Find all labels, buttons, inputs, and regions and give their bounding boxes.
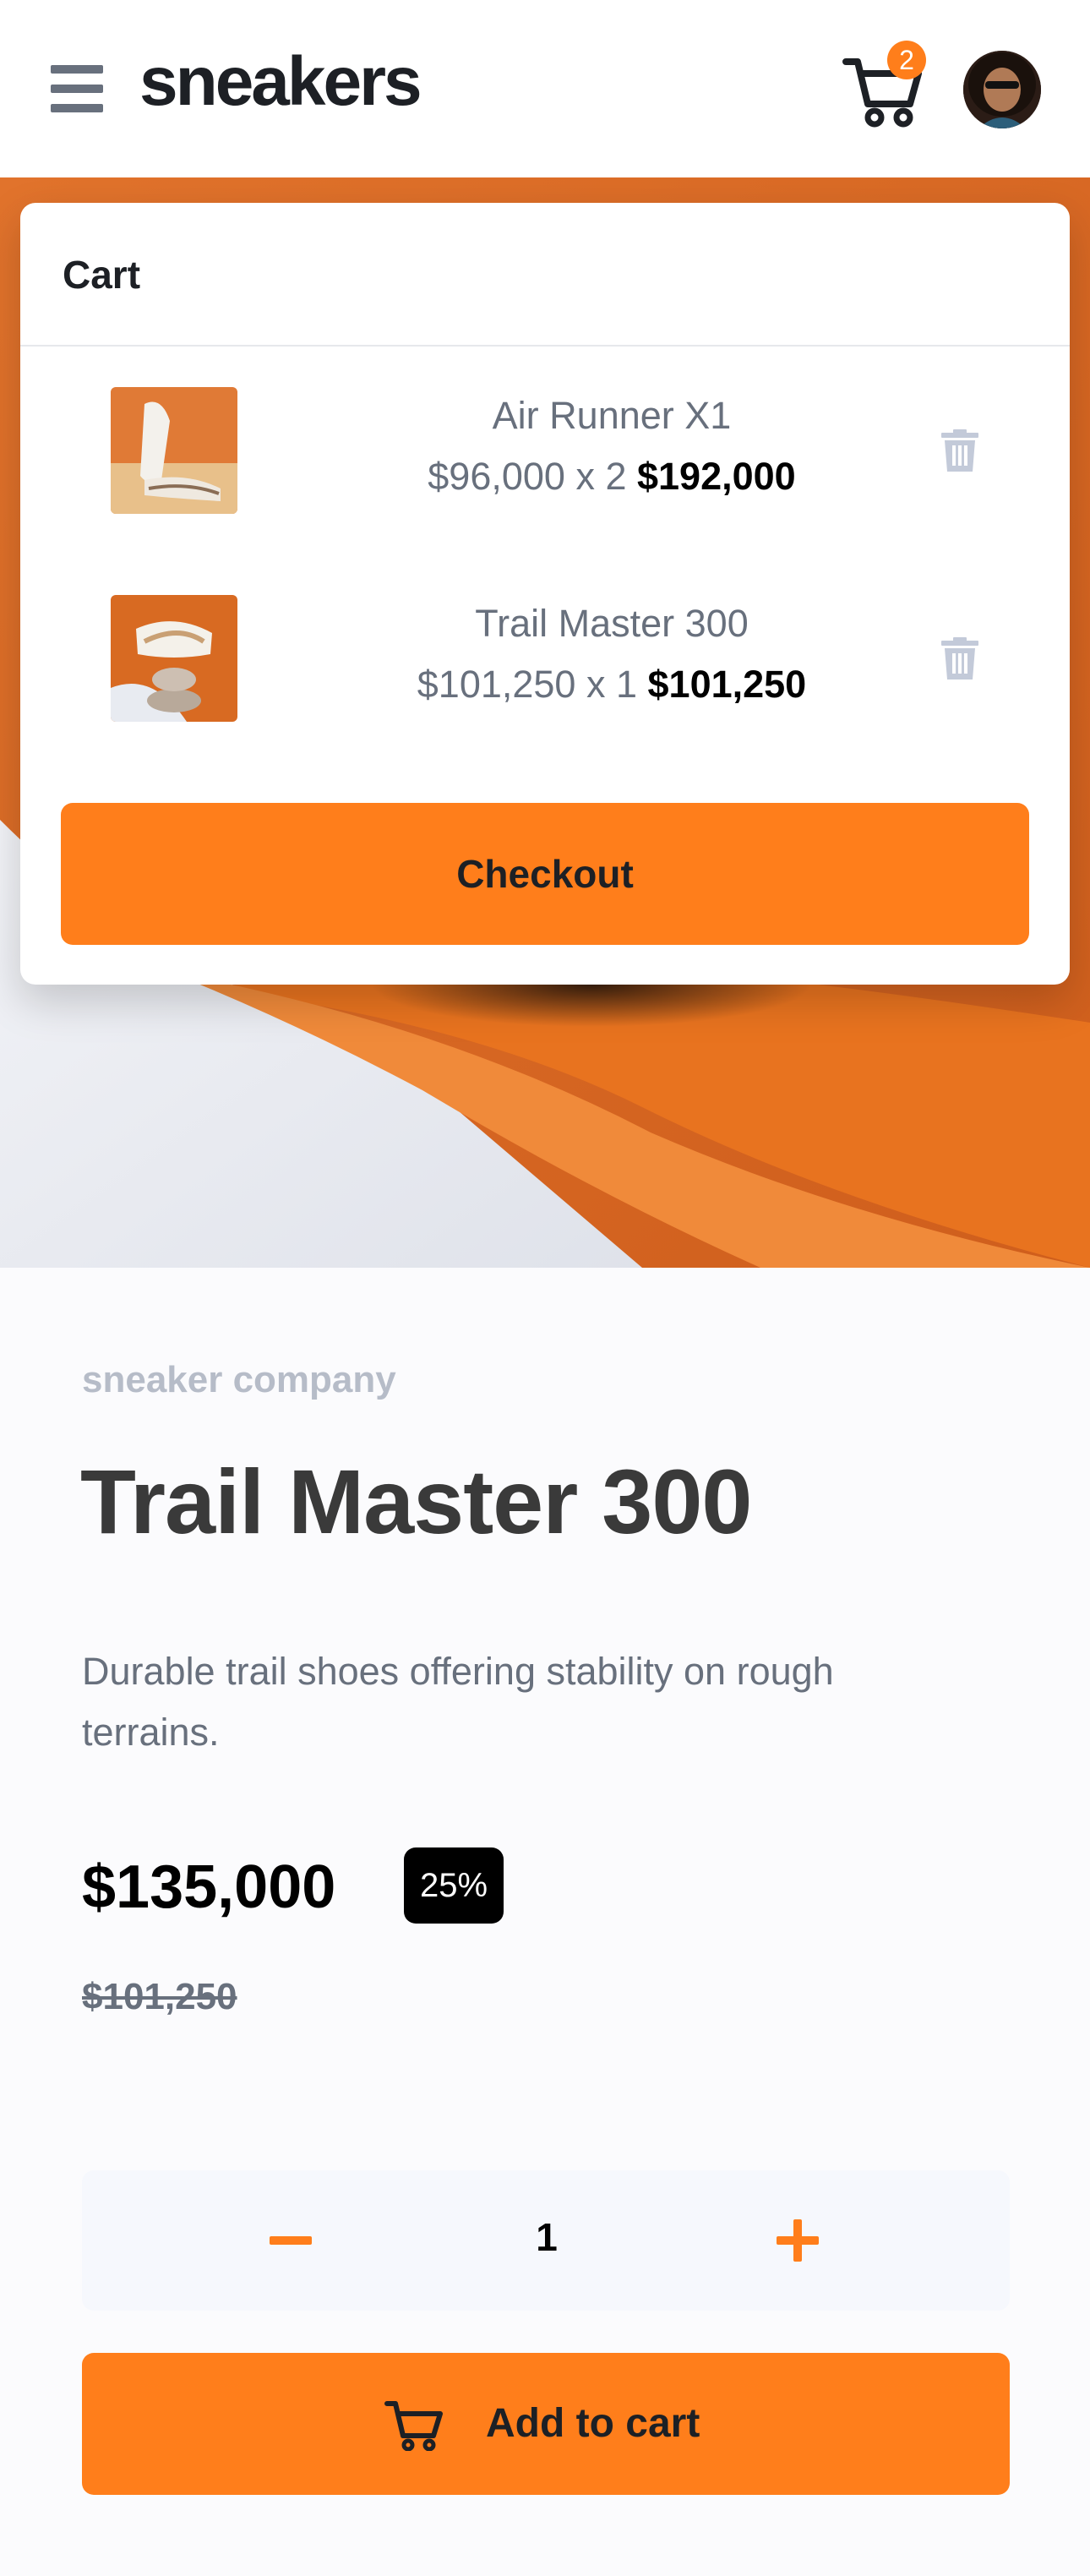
plus-icon[interactable]	[777, 2219, 819, 2262]
cart-item-quantity: x 2	[564, 455, 637, 498]
cart-item-unit-price: $96,000	[428, 455, 565, 498]
brand-logo[interactable]: sneakers	[139, 47, 422, 117]
quantity-stepper: 1	[82, 2170, 1010, 2311]
minus-icon[interactable]	[270, 2221, 312, 2260]
cart-item-price-line: $96,000 x 2 $192,000	[308, 455, 916, 499]
cart-icon	[384, 2397, 444, 2452]
hamburger-menu-icon[interactable]	[51, 63, 103, 114]
cart-item-total: $192,000	[637, 455, 796, 498]
company-label: sneaker company	[82, 1359, 396, 1400]
cart-item-thumbnail	[111, 387, 237, 514]
discount-badge: 25%	[404, 1847, 504, 1924]
delete-item-icon[interactable]	[941, 637, 978, 679]
current-price: $135,000	[82, 1853, 336, 1921]
add-to-cart-button[interactable]: Add to cart	[82, 2353, 1010, 2495]
cart-item-price-line: $101,250 x 1 $101,250	[308, 663, 916, 707]
cart-item-total: $101,250	[647, 663, 807, 706]
add-to-cart-label: Add to cart	[486, 2401, 700, 2446]
checkout-button[interactable]: Checkout	[61, 803, 1029, 945]
user-avatar[interactable]	[963, 51, 1041, 128]
cart-item-name: Trail Master 300	[475, 602, 749, 645]
product-description: Durable trail shoes offering stability o…	[82, 1650, 834, 1754]
top-header: sneakers 2	[0, 0, 1090, 177]
cart-item: Air Runner X1 $96,000 x 2 $192,000	[20, 387, 1070, 514]
cart-item-unit-price: $101,250	[417, 663, 576, 706]
cart-item: Trail Master 300 $101,250 x 1 $101,250	[20, 595, 1070, 722]
cart-item-quantity: x 1	[575, 663, 648, 706]
cart-divider	[20, 345, 1070, 347]
quantity-value: 1	[536, 2215, 558, 2259]
delete-item-icon[interactable]	[941, 429, 978, 472]
cart-count-badge: 2	[887, 41, 926, 79]
cart-title: Cart	[63, 253, 141, 297]
cart-dropdown: Cart Air Runner X1 $96,000 x 2 $192,000	[20, 203, 1070, 985]
product-title: Trail Master 300	[80, 1450, 752, 1553]
cart-item-name: Air Runner X1	[492, 394, 732, 437]
original-price: $101,250	[82, 1976, 237, 2017]
cart-item-thumbnail	[111, 595, 237, 722]
